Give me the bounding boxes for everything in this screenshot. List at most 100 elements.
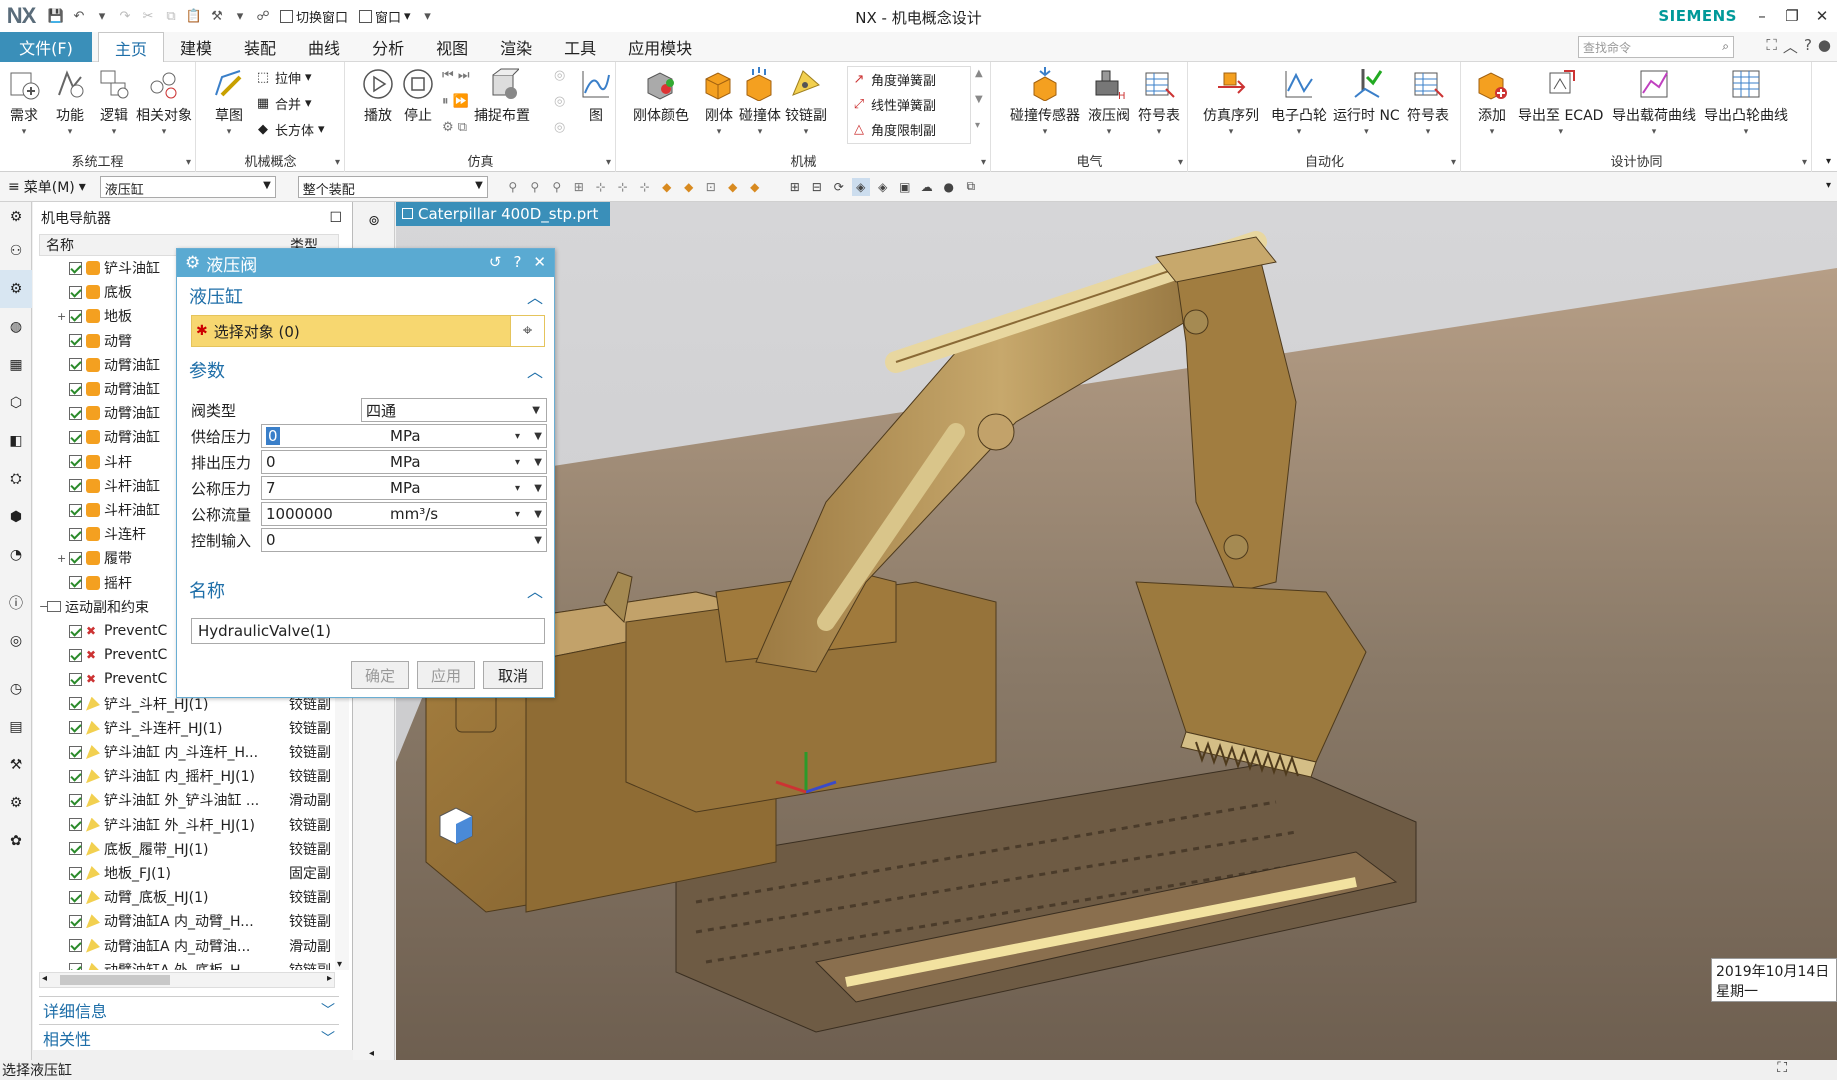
collapse-icon[interactable]: − [39,600,48,613]
name-input[interactable]: HydraulicValve(1) [191,618,545,644]
part-icon[interactable]: ⬡ [0,384,32,422]
material-icon[interactable]: ● [940,178,958,196]
gallery-up-icon[interactable]: ▲ [975,68,983,79]
visibility-checkbox[interactable] [69,382,82,396]
visibility-checkbox[interactable] [69,721,82,735]
tab-assembly[interactable]: 装配 [228,32,292,62]
snap-icon[interactable]: ◆ [746,178,764,196]
chevron-down-icon[interactable]: ▾ [1451,157,1456,168]
snap-icon[interactable]: ⊡ [702,178,720,196]
background-icon[interactable]: ☁ [918,178,936,196]
chevron-down-icon[interactable]: ▾ [1826,180,1831,191]
tree-row[interactable]: 铲斗油缸 外_铲斗油缸 ... 滑动副 [39,788,335,812]
save-icon[interactable]: 💾 [46,6,66,26]
exhaust-pressure-input[interactable]: 0 MPa ▾ ▼ [261,450,547,474]
simulation-sequence-button[interactable]: 仿真序列 ▾ [1203,66,1259,137]
repeat-command-icon[interactable]: ⚒ [207,6,227,26]
pause-icon[interactable]: ⏸ ⏩ [442,94,469,109]
play-button[interactable]: 播放 [360,66,396,125]
visibility-checkbox[interactable] [69,818,82,832]
params-section-header[interactable]: 参数 ︿ [181,355,551,385]
logical-button[interactable]: 逻辑 ▾ [96,66,132,137]
orient-view-icon[interactable]: ◈ [851,177,870,196]
chevron-down-icon[interactable]: ▼ [534,431,542,442]
tab-tools[interactable]: 工具 [548,32,612,62]
settings-icon[interactable]: ⚙ [0,202,32,232]
snap-icon[interactable]: ⊹ [614,178,632,196]
view-icon[interactable]: ⊚ [353,202,395,240]
collision-sensor-button[interactable]: 碰撞传感器 ▾ [1010,66,1080,137]
visibility-checkbox[interactable] [69,890,82,904]
visibility-checkbox[interactable] [69,624,82,638]
chevron-down-icon[interactable]: ▾ [1826,156,1831,167]
selection-scope-select[interactable]: 整个装配 ▼ [297,175,488,198]
history-clock-icon[interactable]: ◷ [0,670,32,708]
fullscreen-icon[interactable]: ⛶ [1777,1060,1787,1076]
graphics-window[interactable] [396,202,1837,1060]
graph-button[interactable]: 图 [578,66,614,125]
details-section[interactable]: 详细信息 ﹀ [39,996,339,1022]
tree-row[interactable]: 铲斗油缸 内_摇杆_HJ(1) 铰链副 [39,764,335,788]
snap-icon[interactable]: ◆ [658,178,676,196]
visibility-checkbox[interactable] [69,745,82,759]
angular-spring-joint-button[interactable]: ↗ 角度弹簧副 [851,70,936,89]
visibility-checkbox[interactable] [69,939,82,953]
chevron-down-icon[interactable]: ▼ [534,457,542,468]
block-button[interactable]: ◆ 长方体 ▾ [255,120,325,139]
tree-row[interactable]: 动臂油缸A 内_动臂_H... 铰链副 [39,909,335,933]
roles-icon[interactable]: ◔ [0,536,32,574]
export-cam-curve-button[interactable]: 导出凸轮曲线 ▾ [1704,66,1788,137]
restore-button[interactable]: ❐ [1777,0,1807,32]
tree-row[interactable]: 底板_履带_HJ(1) 铰链副 [39,837,335,861]
add-button[interactable]: 添加 ▾ [1474,66,1510,137]
horizontal-scrollbar[interactable]: ◂ ▸ [39,972,335,988]
main-menu-button[interactable]: ≡ 菜单(M) ▾ [0,177,94,197]
nominal-flow-input[interactable]: 1000000 mm³/s ▾ ▼ [261,502,547,526]
tree-row[interactable]: 铲斗_斗连杆_HJ(1) 铰链副 [39,716,335,740]
unite-button[interactable]: ▦ 合并 ▾ [255,94,312,113]
nominal-pressure-input[interactable]: 7 MPa ▾ ▼ [261,476,547,500]
visibility-checkbox[interactable] [69,479,82,493]
stop-button[interactable]: 停止 [400,66,436,125]
collapse-panel-icon[interactable]: ◂ [369,1048,374,1059]
visibility-checkbox[interactable] [69,334,82,348]
unit-dropdown-icon[interactable]: ▾ [515,509,520,520]
paste-icon[interactable]: 📋 [184,6,204,26]
chevron-down-icon[interactable]: ▾ [606,157,611,168]
chevron-down-icon[interactable]: ▾ [186,157,191,168]
hydraulic-valve-button[interactable]: H 液压阀 ▾ [1088,66,1130,137]
assembly-navigator-icon[interactable]: ⚇ [0,232,32,270]
web-browser-icon[interactable]: ◎ [0,622,32,660]
tab-applications[interactable]: 应用模块 [612,32,708,62]
tree-row[interactable]: 铲斗油缸 内_斗连杆_H... 铰链副 [39,740,335,764]
chevron-down-icon[interactable]: ▾ [230,6,250,26]
valve-type-select[interactable]: 四通 ▼ [361,398,547,422]
close-button[interactable]: ✕ [1807,0,1837,32]
materials-icon[interactable]: ✿ [0,822,32,860]
hinge-joint-button[interactable]: 铰链副 ▾ [785,66,827,137]
requirement-button[interactable]: 需求 ▾ [6,66,42,137]
expand-icon[interactable]: + [57,310,66,323]
visibility-checkbox[interactable] [69,551,82,565]
gallery-down-icon[interactable]: ▼ [975,94,983,105]
marker-icon[interactable]: ◎ [554,68,565,83]
chevron-down-icon[interactable]: ▾ [335,157,340,168]
dialog-title-bar[interactable]: ⚙ 液压阀 ↺ ? ✕ [177,249,554,277]
visibility-checkbox[interactable] [69,648,82,662]
command-search-input[interactable]: 查找命令 ⌕ [1578,36,1734,58]
visibility-checkbox[interactable] [69,527,82,541]
runtime-nc-button[interactable]: 运行时 NC ▾ [1333,66,1400,137]
reset-icon[interactable]: ↺ [489,253,502,271]
close-icon[interactable]: ✕ [533,253,546,271]
visibility-checkbox[interactable] [69,842,82,856]
unit-dropdown-icon[interactable]: ▾ [515,457,520,468]
system-icon[interactable]: ⚙ [0,784,32,822]
visibility-checkbox[interactable] [69,503,82,517]
visibility-checkbox[interactable] [69,793,82,807]
rotate-icon[interactable]: ⟳ [830,178,848,196]
visibility-checkbox[interactable] [69,430,82,444]
tree-row[interactable]: 铲斗油缸 外_斗杆_HJ(1) 铰链副 [39,813,335,837]
machine-icon[interactable]: ⛭ [0,460,32,498]
render-style-icon[interactable]: ◈ [874,178,892,196]
runtime-icon[interactable]: ▦ [0,346,32,384]
